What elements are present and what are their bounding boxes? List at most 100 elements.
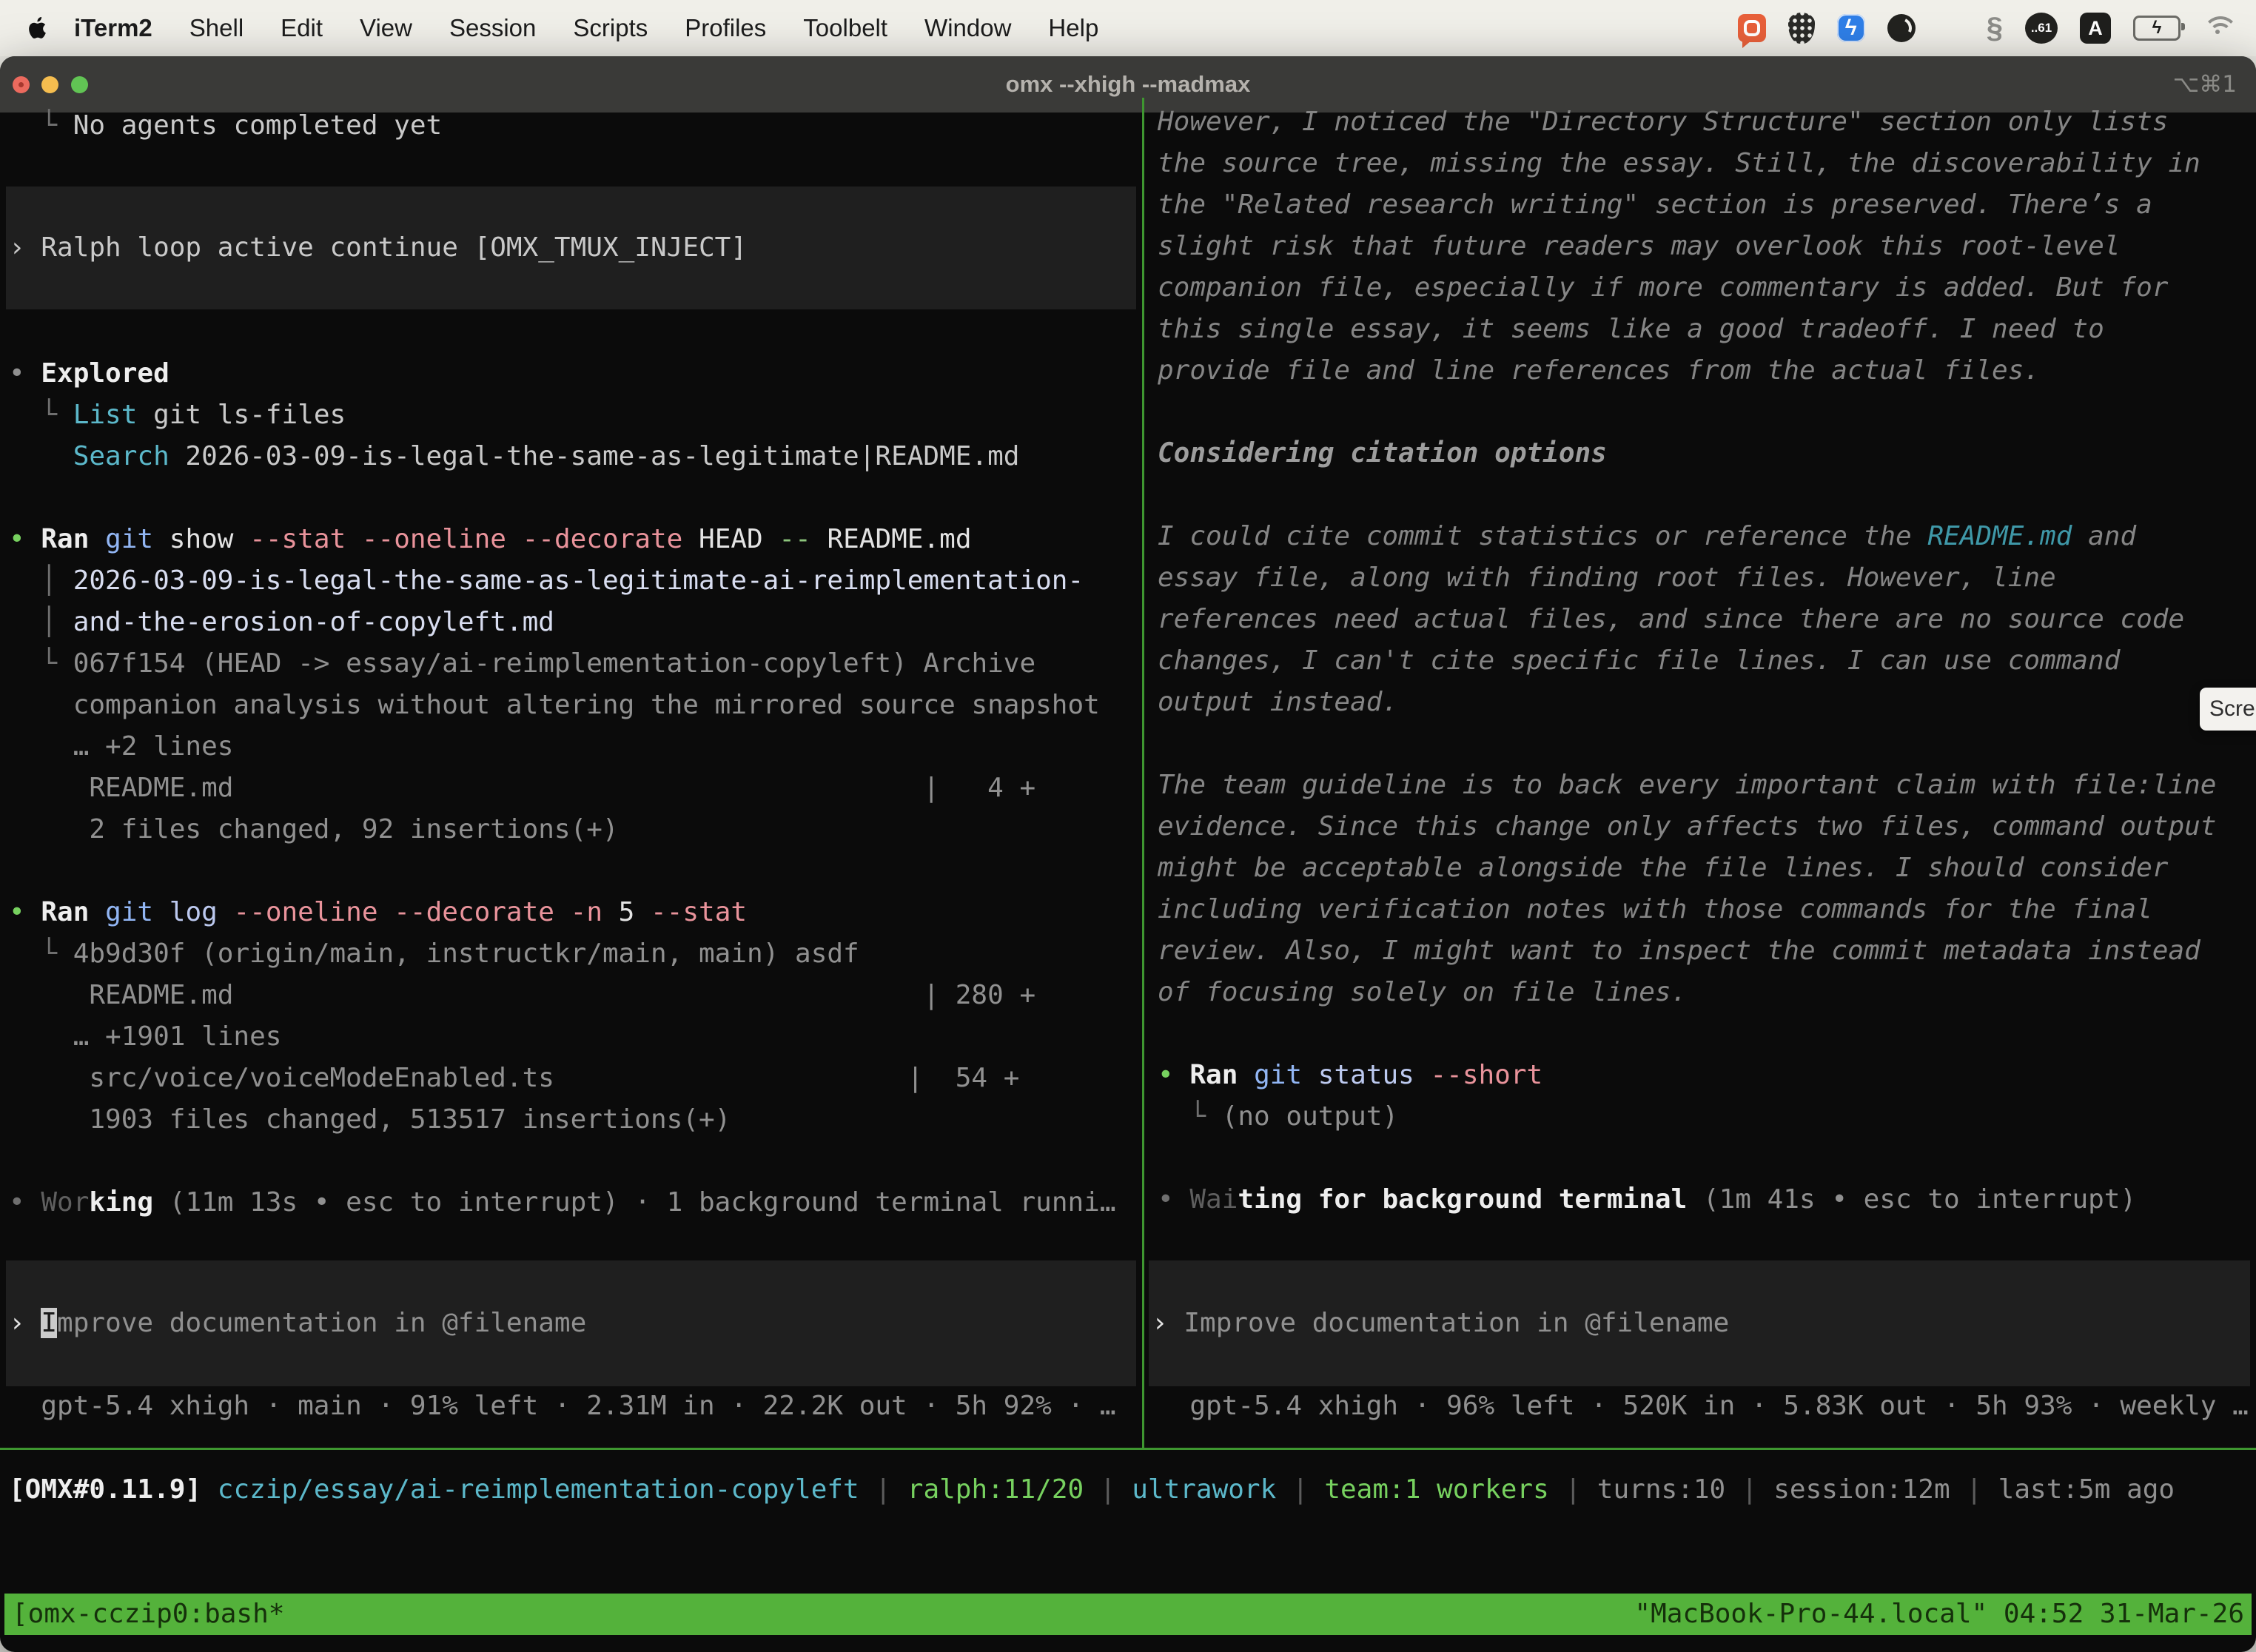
terminal-line: │ 2026-03-09-is-legal-the-same-as-legiti… [9, 560, 1116, 602]
terminal-line: • Explored [9, 353, 1116, 394]
terminal: └ No agents completed yet › Ralph loop a… [0, 56, 2256, 1652]
terminal-line: … +1901 lines [9, 1016, 1116, 1058]
terminal-line: of focusing solely on file lines. [1158, 972, 2216, 1013]
terminal-line: › Improve documentation in @filename [6, 1303, 1136, 1344]
terminal-line: … +2 lines [9, 726, 1116, 768]
terminal-line: including verification notes with those … [1158, 889, 2216, 930]
terminal-line: › Improve documentation in @filename [1149, 1303, 2250, 1344]
terminal-line: "MacBook-Pro-44.local" 04:52 31-Mar-26 [1634, 1594, 2244, 1635]
terminal-line: └ List git ls-files [9, 394, 1116, 436]
terminal-line: [omx-cczip0:bash* [12, 1594, 284, 1635]
screen-tooltip[interactable]: Scre [2200, 688, 2256, 731]
terminal-line: src/voice/voiceModeEnabled.ts | 54 + [9, 1058, 1116, 1099]
terminal-line [9, 1141, 1116, 1182]
menu-item-profiles[interactable]: Profiles [666, 14, 785, 41]
apple-menu-icon[interactable] [25, 12, 55, 44]
terminal-line: provide file and line references from th… [1158, 350, 2216, 392]
terminal-line: └ No agents completed yet [9, 105, 442, 147]
grid-dots-icon[interactable] [1938, 15, 1964, 41]
ralph-loop-banner: › Ralph loop active continue [OMX_TMUX_I… [6, 187, 1136, 309]
terminal-line: output instead. [1158, 682, 2216, 723]
menu-item-view[interactable]: View [341, 14, 431, 41]
squiggle-icon[interactable]: § [1987, 13, 2003, 43]
terminal-line [1158, 1013, 2216, 1055]
menu-item-window[interactable]: Window [906, 14, 1030, 41]
terminal-line: 2 files changed, 92 insertions(+) [9, 809, 1116, 850]
menu-items: iTerm2ShellEditViewSessionScriptsProfile… [65, 14, 1117, 42]
terminal-line: Considering citation options [1158, 433, 2216, 474]
shield-grid-icon[interactable] [1788, 13, 1815, 44]
menu-item-edit[interactable]: Edit [262, 14, 341, 41]
agent-transcript-left: • Explored └ List git ls-files Search 20… [9, 353, 1116, 1223]
terminal-line: • Waiting for background terminal (1m 41… [1158, 1179, 2216, 1220]
pane-divider[interactable] [1142, 98, 1144, 1448]
terminal-line: essay file, along with finding root file… [1158, 557, 2216, 599]
terminal-line [1158, 1138, 2216, 1179]
menu-item-iterm2[interactable]: iTerm2 [65, 14, 171, 41]
agent-transcript-right: However, I noticed the "Directory Struct… [1158, 101, 2216, 1220]
prompt-input-right[interactable]: › Improve documentation in @filename [1149, 1260, 2250, 1386]
terminal-line: │ and-the-erosion-of-copyleft.md [9, 602, 1116, 643]
terminal-line: the "Related research writing" section i… [1158, 184, 2216, 226]
session-stats-left: gpt-5.4 xhigh · main · 91% left · 2.31M … [9, 1386, 1116, 1427]
omx-status-bar: [OMX#0.11.9] cczip/essay/ai-reimplementa… [9, 1469, 2175, 1511]
timer-badge-icon[interactable]: ..61 [2025, 13, 2058, 44]
status-separator [0, 1448, 2256, 1450]
terminal-line: • Ran git show --stat --oneline --decora… [9, 519, 1116, 560]
terminal-line: gpt-5.4 xhigh · main · 91% left · 2.31M … [9, 1386, 1116, 1427]
terminal-line: gpt-5.4 xhigh · 96% left · 520K in · 5.8… [1158, 1386, 2249, 1427]
tmux-host-clock: "MacBook-Pro-44.local" 04:52 31-Mar-26 [1634, 1594, 2244, 1635]
terminal-line: slight risk that future readers may over… [1158, 226, 2216, 267]
arc-browser-icon[interactable] [1887, 14, 1916, 42]
terminal-line: Search 2026-03-09-is-legal-the-same-as-l… [9, 436, 1116, 477]
menu-item-help[interactable]: Help [1030, 14, 1117, 41]
terminal-line: the source tree, missing the essay. Stil… [1158, 143, 2216, 184]
macos-menu-bar: iTerm2ShellEditViewSessionScriptsProfile… [0, 0, 2256, 56]
left-terminal-pane[interactable]: └ No agents completed yet › Ralph loop a… [0, 56, 1142, 1596]
menu-bar-left: iTerm2ShellEditViewSessionScriptsProfile… [0, 12, 1117, 44]
terminal-line: └ (no output) [1158, 1096, 2216, 1138]
a-square-icon[interactable]: A [2080, 13, 2111, 44]
terminal-line: └ 067f154 (HEAD -> essay/ai-reimplementa… [9, 643, 1116, 685]
tmux-status-bar: [omx-cczip0:bash* "MacBook-Pro-44.local"… [4, 1594, 2252, 1635]
terminal-line: › Ralph loop active continue [OMX_TMUX_I… [6, 227, 1136, 269]
terminal-line: [OMX#0.11.9] cczip/essay/ai-reimplementa… [9, 1469, 2175, 1511]
terminal-line: companion file, especially if more comme… [1158, 267, 2216, 309]
terminal-line: • Working (11m 13s • esc to interrupt) ·… [9, 1182, 1116, 1223]
battery-icon[interactable]: ϟ [2133, 16, 2181, 41]
menu-item-scripts[interactable]: Scripts [554, 14, 666, 41]
terminal-line: • Ran git log --oneline --decorate -n 5 … [9, 892, 1116, 933]
terminal-line: └ 4b9d30f (origin/main, instructkr/main,… [9, 933, 1116, 975]
terminal-line: companion analysis without altering the … [9, 685, 1116, 726]
terminal-line: this single essay, it seems like a good … [1158, 309, 2216, 350]
agents-status-line: └ No agents completed yet [9, 105, 442, 147]
terminal-line [1158, 723, 2216, 765]
terminal-line: I could cite commit statistics or refere… [1158, 516, 2216, 557]
terminal-line [1158, 474, 2216, 516]
terminal-line [1158, 392, 2216, 433]
terminal-line: README.md | 4 + [9, 768, 1116, 809]
terminal-line: might be acceptable alongside the file l… [1158, 847, 2216, 889]
terminal-line: review. Also, I might want to inspect th… [1158, 930, 2216, 972]
terminal-line: changes, I can't cite specific file line… [1158, 640, 2216, 682]
chat-app-icon[interactable] [1738, 14, 1766, 42]
bolt-badge-icon[interactable]: ϟ [1837, 14, 1865, 42]
terminal-line: • Ran git status --short [1158, 1055, 2216, 1096]
wifi-icon[interactable] [2203, 16, 2235, 40]
menu-bar-status-icons: ϟ § ..61 A ϟ [1738, 13, 2256, 44]
right-terminal-pane[interactable]: However, I noticed the "Directory Struct… [1146, 56, 2256, 1596]
terminal-line [9, 850, 1116, 892]
prompt-input-left[interactable]: › Improve documentation in @filename [6, 1260, 1136, 1386]
terminal-line: The team guideline is to back every impo… [1158, 765, 2216, 806]
iterm2-window: omx --xhigh --madmax ⌥⌘1 └ No agents com… [0, 56, 2256, 1652]
tmux-session-label: [omx-cczip0:bash* [12, 1594, 284, 1635]
terminal-line [9, 477, 1116, 519]
menu-item-shell[interactable]: Shell [171, 14, 262, 41]
session-stats-right: gpt-5.4 xhigh · 96% left · 520K in · 5.8… [1158, 1386, 2249, 1427]
terminal-line: references need actual files, and since … [1158, 599, 2216, 640]
terminal-line: However, I noticed the "Directory Struct… [1158, 101, 2216, 143]
screen: { "menu_bar": { "menus": ["iTerm2", "She… [0, 0, 2256, 1652]
menu-item-toolbelt[interactable]: Toolbelt [785, 14, 906, 41]
terminal-line: 1903 files changed, 513517 insertions(+) [9, 1099, 1116, 1141]
menu-item-session[interactable]: Session [431, 14, 554, 41]
